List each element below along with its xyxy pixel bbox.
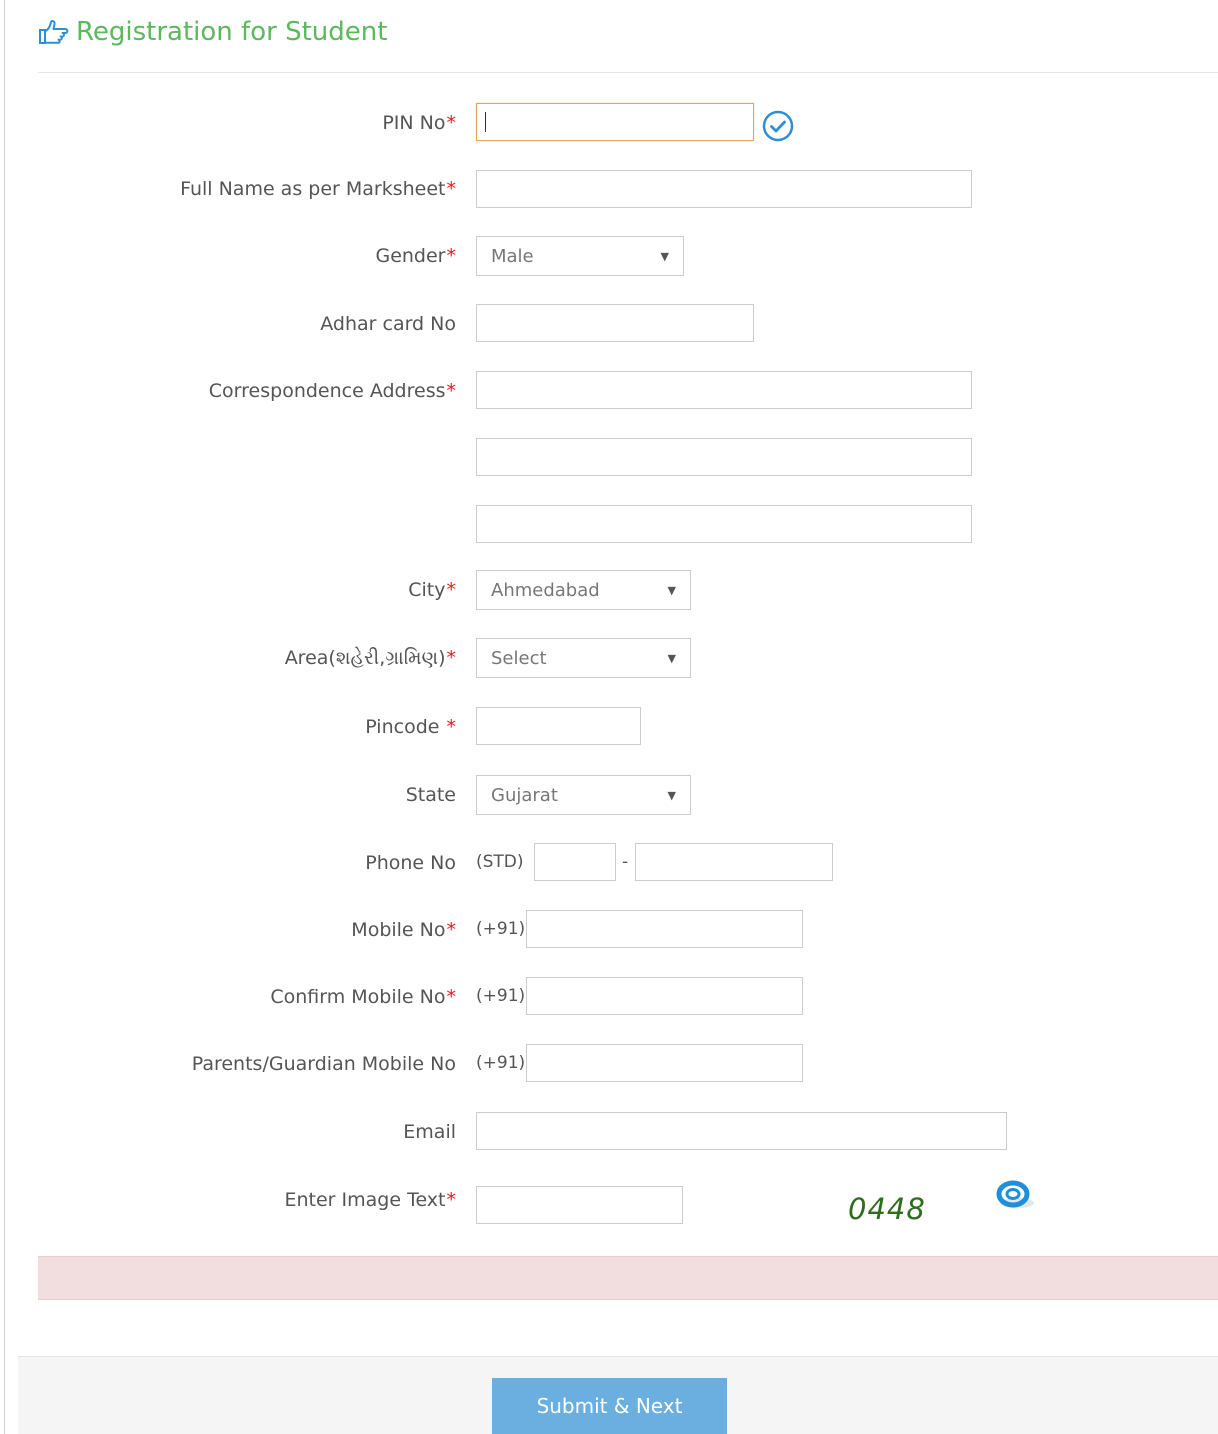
mobile-label: Mobile No*: [351, 919, 457, 941]
confirm-mobile-label: Confirm Mobile No*: [270, 986, 457, 1008]
area-select[interactable]: Select ▼: [476, 638, 691, 678]
std-prefix: (STD): [476, 852, 524, 872]
captcha-label: Enter Image Text*: [284, 1189, 457, 1211]
std-code-input[interactable]: [534, 843, 616, 881]
state-selected-value: Gujarat: [491, 784, 558, 806]
check-circle-icon[interactable]: [761, 109, 795, 143]
address-label: Correspondence Address*: [208, 380, 457, 402]
confirm-mobile-input[interactable]: [526, 977, 803, 1015]
full-name-input[interactable]: [476, 170, 972, 208]
phone-separator: -: [622, 852, 629, 872]
required-marker: *: [446, 919, 457, 941]
submit-next-button[interactable]: Submit & Next: [492, 1378, 727, 1434]
address-line3-input[interactable]: [476, 505, 972, 543]
required-marker: *: [446, 986, 457, 1008]
address-line2-input[interactable]: [476, 438, 972, 476]
state-select[interactable]: Gujarat ▼: [476, 775, 691, 815]
chevron-down-icon: ▼: [660, 249, 669, 263]
left-border: [4, 0, 5, 1434]
state-label: State: [405, 784, 456, 806]
page-title-text: Registration for Student: [76, 17, 388, 47]
required-marker: *: [446, 647, 457, 669]
phone-label: Phone No: [365, 852, 456, 874]
pincode-label: Pincode *: [365, 716, 457, 738]
refresh-captcha-icon[interactable]: [992, 1178, 1038, 1212]
gender-select[interactable]: Male ▼: [476, 236, 684, 276]
area-selected-value: Select: [491, 647, 547, 669]
captcha-input[interactable]: [476, 1186, 683, 1224]
parent-mobile-label: Parents/Guardian Mobile No: [191, 1053, 456, 1075]
gender-selected-value: Male: [491, 245, 534, 267]
area-label: Area(શહેરી,ગ્રામિણ)*: [284, 647, 457, 669]
phone-number-input[interactable]: [635, 843, 833, 881]
title-divider: [38, 72, 1218, 73]
chevron-down-icon: ▼: [667, 583, 676, 597]
city-label: City*: [408, 579, 457, 601]
adhar-label: Adhar card No: [320, 313, 456, 335]
city-select[interactable]: Ahmedabad ▼: [476, 570, 691, 610]
address-line1-input[interactable]: [476, 371, 972, 409]
required-marker: *: [446, 716, 457, 738]
adhar-input[interactable]: [476, 304, 754, 342]
parent-mobile-country-code: (+91): [476, 1053, 526, 1073]
required-marker: *: [446, 178, 457, 200]
hand-pointing-right-icon: [39, 19, 69, 44]
gender-label: Gender*: [375, 245, 457, 267]
city-selected-value: Ahmedabad: [491, 579, 600, 601]
full-name-label: Full Name as per Marksheet*: [180, 178, 457, 200]
pin-label: PIN No*: [382, 112, 457, 134]
parent-mobile-input[interactable]: [526, 1044, 803, 1082]
email-input[interactable]: [476, 1112, 1007, 1150]
captcha-image: 0448: [848, 1192, 926, 1226]
text-caret: [485, 112, 486, 132]
required-marker: *: [446, 579, 457, 601]
required-marker: *: [446, 380, 457, 402]
chevron-down-icon: ▼: [667, 651, 676, 665]
page-title: Registration for Student: [38, 14, 387, 50]
confirm-mobile-country-code: (+91): [476, 986, 526, 1006]
required-marker: *: [446, 245, 457, 267]
email-label: Email: [403, 1121, 456, 1143]
pin-input[interactable]: [476, 103, 754, 141]
pincode-input[interactable]: [476, 707, 641, 745]
mobile-country-code: (+91): [476, 919, 526, 939]
required-marker: *: [446, 1189, 457, 1211]
error-message-bar: [38, 1256, 1218, 1300]
required-marker: *: [446, 112, 457, 134]
chevron-down-icon: ▼: [667, 788, 676, 802]
mobile-input[interactable]: [526, 910, 803, 948]
